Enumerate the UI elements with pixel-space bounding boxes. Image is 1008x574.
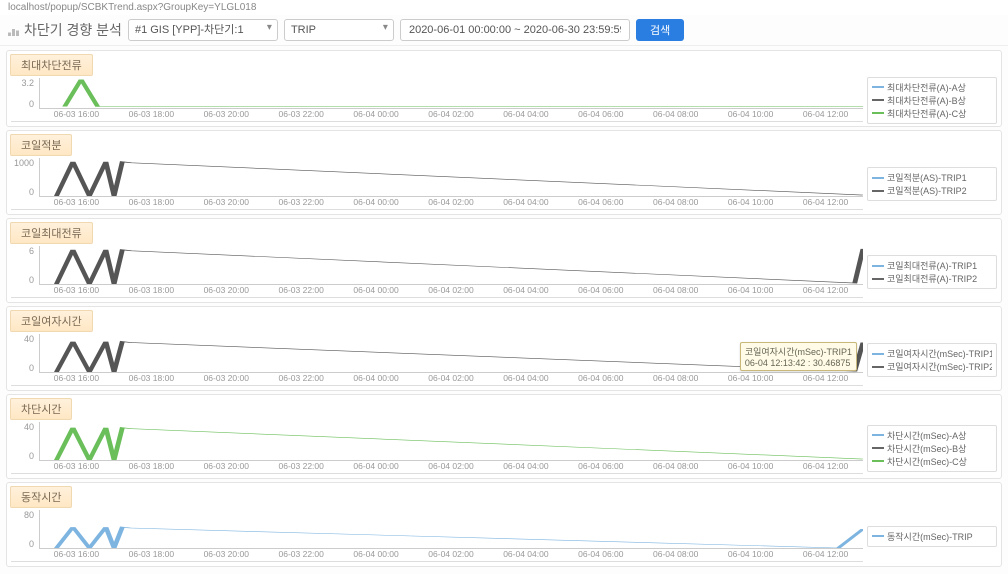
y-axis: 10000 [11,158,37,197]
legend-label: 최대차단전류(A)-C상 [887,107,966,120]
legend-label: 차단시간(mSec)-C상 [887,455,967,468]
date-range-input[interactable] [400,19,630,41]
legend-item: 코일최대전류(A)-TRIP2 [872,272,992,285]
x-axis: 06-03 16:0006-03 18:0006-03 20:0006-03 2… [39,109,863,121]
legend-item: 동작시간(mSec)-TRIP [872,530,992,543]
header-bar: 차단기 경향 분석 #1 GIS [YPP]-차단기:1 TRIP 검색 [0,15,1008,46]
plot [39,510,863,549]
panel-4: 차단시간40006-03 16:0006-03 18:0006-03 20:00… [6,394,1002,479]
panel-title: 코일적분 [10,134,72,156]
legend-item: 코일여자시간(mSec)-TRIP1 [872,347,992,360]
panel-1: 코일적분1000006-03 16:0006-03 18:0006-03 20:… [6,130,1002,215]
panel-2: 코일최대전류6006-03 16:0006-03 18:0006-03 20:0… [6,218,1002,303]
device-select-wrap[interactable]: #1 GIS [YPP]-차단기:1 [128,19,278,41]
url-text: localhost/popup/SCBKTrend.aspx?GroupKey=… [8,2,256,13]
legend: 동작시간(mSec)-TRIP [867,526,997,547]
chart-icon [8,24,20,36]
legend-swatch [872,353,884,355]
x-axis: 06-03 16:0006-03 18:0006-03 20:0006-03 2… [39,461,863,473]
x-axis: 06-03 16:0006-03 18:0006-03 20:0006-03 2… [39,373,863,385]
panel-0: 최대차단전류3.2006-03 16:0006-03 18:0006-03 20… [6,50,1002,127]
legend-swatch [872,434,884,436]
legend-item: 최대차단전류(A)-B상 [872,94,992,107]
legend-swatch [872,535,884,537]
legend-label: 코일최대전류(A)-TRIP1 [887,259,977,272]
panel-3: 코일여자시간40006-03 16:0006-03 18:0006-03 20:… [6,306,1002,391]
search-button[interactable]: 검색 [636,19,684,41]
chart-area[interactable]: 1000006-03 16:0006-03 18:0006-03 20:0006… [11,158,863,210]
legend-label: 코일여자시간(mSec)-TRIP2 [887,360,992,373]
x-axis: 06-03 16:0006-03 18:0006-03 20:0006-03 2… [39,549,863,561]
panel-body: 3.2006-03 16:0006-03 18:0006-03 20:0006-… [7,76,1001,126]
legend-item: 차단시간(mSec)-B상 [872,442,992,455]
legend: 코일여자시간(mSec)-TRIP1코일여자시간(mSec)-TRIP2 [867,343,997,377]
device-select[interactable]: #1 GIS [YPP]-차단기:1 [128,19,278,41]
y-axis: 3.20 [11,78,37,109]
legend-label: 코일적분(AS)-TRIP1 [887,171,967,184]
legend-swatch [872,278,884,280]
legend-label: 차단시간(mSec)-B상 [887,442,966,455]
chart-area[interactable]: 6006-03 16:0006-03 18:0006-03 20:0006-03… [11,246,863,298]
y-axis: 400 [11,334,37,373]
legend-label: 최대차단전류(A)-B상 [887,94,966,107]
y-axis: 60 [11,246,37,285]
legend: 최대차단전류(A)-A상최대차단전류(A)-B상최대차단전류(A)-C상 [867,77,997,124]
panel-5: 동작시간80006-03 16:0006-03 18:0006-03 20:00… [6,482,1002,567]
legend-swatch [872,460,884,462]
legend-item: 코일최대전류(A)-TRIP1 [872,259,992,272]
legend-label: 최대차단전류(A)-A상 [887,81,966,94]
chart-area[interactable]: 3.2006-03 16:0006-03 18:0006-03 20:0006-… [11,78,863,122]
legend: 코일적분(AS)-TRIP1코일적분(AS)-TRIP2 [867,167,997,201]
legend-swatch [872,265,884,267]
page-title: 차단기 경향 분석 [8,20,122,40]
panel-body: 40006-03 16:0006-03 18:0006-03 20:0006-0… [7,332,1001,390]
panel-body: 1000006-03 16:0006-03 18:0006-03 20:0006… [7,156,1001,214]
legend-item: 최대차단전류(A)-A상 [872,81,992,94]
panels-container: 최대차단전류3.2006-03 16:0006-03 18:0006-03 20… [0,46,1008,574]
panel-title: 최대차단전류 [10,54,93,76]
type-select[interactable]: TRIP [284,19,394,41]
x-axis: 06-03 16:0006-03 18:0006-03 20:0006-03 2… [39,285,863,297]
legend-item: 차단시간(mSec)-C상 [872,455,992,468]
legend-item: 차단시간(mSec)-A상 [872,429,992,442]
legend-item: 최대차단전류(A)-C상 [872,107,992,120]
panel-body: 40006-03 16:0006-03 18:0006-03 20:0006-0… [7,420,1001,478]
legend-item: 코일여자시간(mSec)-TRIP2 [872,360,992,373]
chart-area[interactable]: 40006-03 16:0006-03 18:0006-03 20:0006-0… [11,422,863,474]
legend-label: 코일여자시간(mSec)-TRIP1 [887,347,992,360]
plot [39,246,863,285]
legend-label: 차단시간(mSec)-A상 [887,429,966,442]
chart-area[interactable]: 40006-03 16:0006-03 18:0006-03 20:0006-0… [11,334,863,386]
legend-label: 코일최대전류(A)-TRIP2 [887,272,977,285]
legend-label: 동작시간(mSec)-TRIP [887,530,973,543]
chart-area[interactable]: 80006-03 16:0006-03 18:0006-03 20:0006-0… [11,510,863,562]
legend-item: 코일적분(AS)-TRIP1 [872,171,992,184]
plot [39,78,863,109]
legend-swatch [872,447,884,449]
plot [39,158,863,197]
x-axis: 06-03 16:0006-03 18:0006-03 20:0006-03 2… [39,197,863,209]
legend-swatch [872,190,884,192]
legend-label: 코일적분(AS)-TRIP2 [887,184,967,197]
panel-title: 코일최대전류 [10,222,93,244]
legend-item: 코일적분(AS)-TRIP2 [872,184,992,197]
legend-swatch [872,112,884,114]
plot [39,422,863,461]
legend-swatch [872,177,884,179]
panel-title: 코일여자시간 [10,310,93,332]
legend-swatch [872,86,884,88]
legend-swatch [872,99,884,101]
panel-title: 차단시간 [10,398,72,420]
type-select-wrap[interactable]: TRIP [284,19,394,41]
url-bar: localhost/popup/SCBKTrend.aspx?GroupKey=… [0,0,1008,15]
y-axis: 800 [11,510,37,549]
panel-title: 동작시간 [10,486,72,508]
legend: 차단시간(mSec)-A상차단시간(mSec)-B상차단시간(mSec)-C상 [867,425,997,472]
legend-swatch [872,366,884,368]
legend: 코일최대전류(A)-TRIP1코일최대전류(A)-TRIP2 [867,255,997,289]
y-axis: 400 [11,422,37,461]
chart-tooltip: 코일여자시간(mSec)-TRIP106-04 12:13:42 : 30.46… [740,342,857,371]
panel-body: 6006-03 16:0006-03 18:0006-03 20:0006-03… [7,244,1001,302]
panel-body: 80006-03 16:0006-03 18:0006-03 20:0006-0… [7,508,1001,566]
